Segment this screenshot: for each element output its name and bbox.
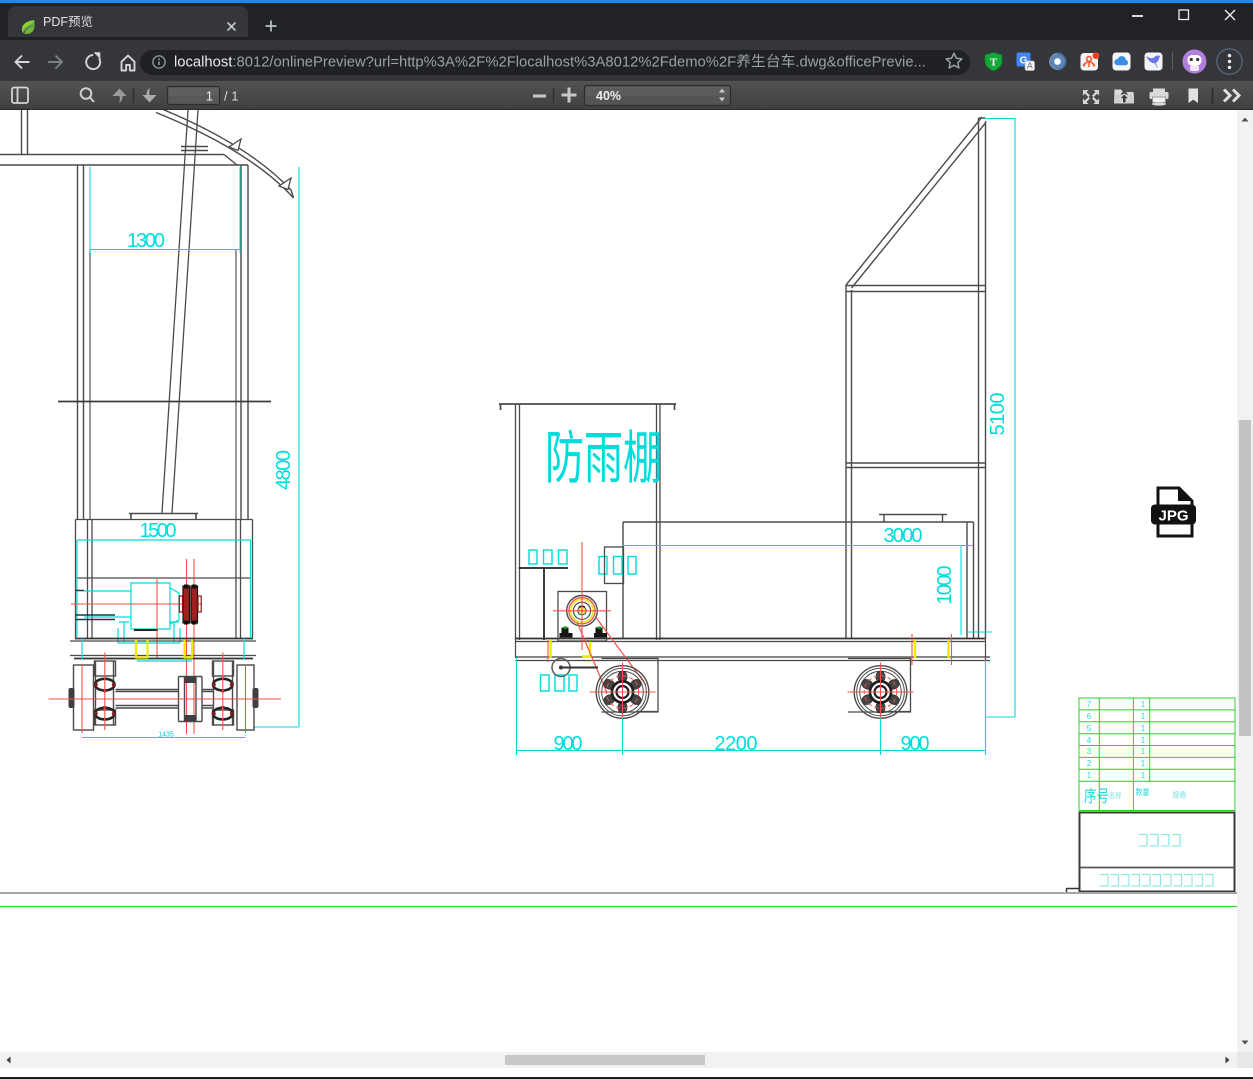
svg-text:/ 1: / 1 [224,89,238,104]
svg-text:1: 1 [1141,700,1146,709]
svg-text:1300: 1300 [127,230,165,252]
svg-text:900: 900 [901,733,930,755]
svg-text:1500: 1500 [140,520,177,542]
svg-text:T: T [990,57,998,69]
svg-text:3000: 3000 [884,525,923,547]
svg-text:.dwg&officePrevie...: .dwg&officePrevie... [795,54,926,70]
svg-text:2200: 2200 [715,733,758,755]
svg-text:40%: 40% [596,89,621,103]
svg-text:4800: 4800 [273,450,295,490]
svg-text:7: 7 [1087,700,1092,709]
svg-text:1: 1 [1141,759,1146,768]
svg-text:2: 2 [1087,759,1092,768]
svg-text:1000: 1000 [934,566,956,605]
svg-text:1: 1 [1141,736,1146,745]
svg-text:1: 1 [1141,771,1146,780]
svg-text:5100: 5100 [987,393,1009,436]
svg-text:PDF: PDF [43,15,68,29]
svg-text:1: 1 [1087,771,1092,780]
svg-text:3: 3 [1087,747,1092,756]
svg-text:1435: 1435 [158,732,174,739]
svg-text:5: 5 [1087,724,1092,733]
svg-text::8012/onlinePreview?url=http%3: :8012/onlinePreview?url=http%3A%2F%2Floc… [232,54,736,70]
svg-text:JPG: JPG [1158,508,1188,525]
svg-text:1: 1 [1141,747,1146,756]
svg-text:A: A [1027,61,1033,71]
svg-text:900: 900 [554,733,583,755]
svg-text:1: 1 [1141,712,1146,721]
svg-text:6: 6 [1087,712,1092,721]
svg-text:localhost: localhost [174,54,232,70]
svg-text:1: 1 [206,89,213,104]
svg-text:4: 4 [1087,736,1092,745]
svg-text:1: 1 [1141,724,1146,733]
